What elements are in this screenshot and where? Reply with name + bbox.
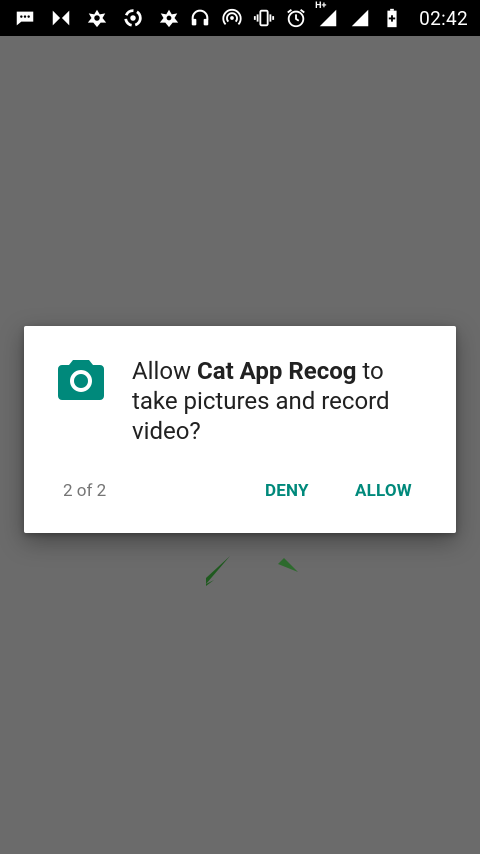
allow-button[interactable]: ALLOW — [347, 473, 420, 509]
permission-dialog: Allow Cat App Recog to take pictures and… — [24, 326, 456, 533]
battery-charging-icon — [387, 8, 397, 28]
status-bar: H+ 02:42 — [0, 0, 480, 36]
notification-icons — [0, 7, 180, 29]
permission-message: Allow Cat App Recog to take pictures and… — [132, 356, 432, 446]
network-type-label: H+ — [315, 1, 327, 11]
message-prefix: Allow — [132, 357, 198, 385]
hotspot-icon — [222, 8, 242, 26]
system-icons: H+ 02:42 — [189, 1, 480, 30]
signal-icon — [351, 9, 369, 27]
bug-icon — [159, 9, 179, 28]
deny-button[interactable]: DENY — [257, 473, 317, 509]
camera-icon — [58, 360, 104, 400]
avast-icon — [87, 9, 107, 28]
vibrate-icon — [254, 9, 275, 27]
permission-counter: 2 of 2 — [63, 481, 107, 501]
bowtie-icon — [52, 10, 70, 26]
clock: 02:42 — [419, 6, 468, 30]
signal-h-plus-icon: H+ — [315, 1, 339, 29]
alarm-icon — [287, 9, 305, 28]
headset-icon — [191, 9, 209, 26]
background-leaf-shape — [206, 556, 298, 586]
message-icon — [16, 11, 34, 26]
app-name: Cat App Recog — [197, 357, 357, 385]
sync-icon — [124, 9, 142, 27]
